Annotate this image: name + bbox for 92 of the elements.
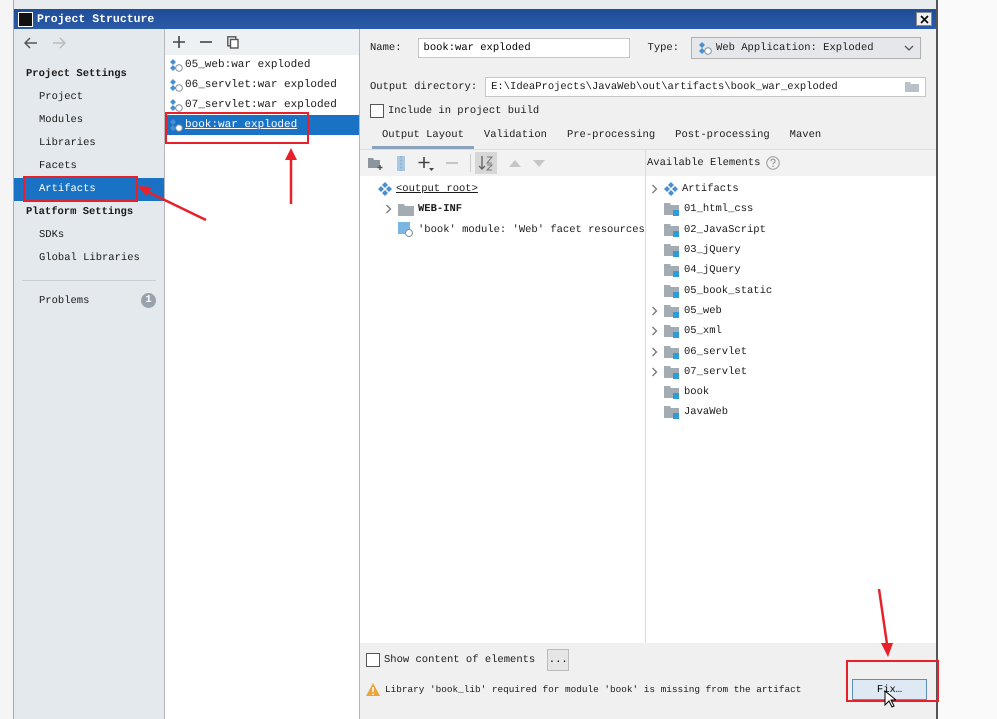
tab[interactable]: Maven xyxy=(780,126,832,149)
sidebar-item[interactable]: Project xyxy=(14,86,164,109)
move-up-icon xyxy=(509,160,521,166)
tree-item[interactable]: 07_servlet xyxy=(646,362,936,382)
chevron-down-icon xyxy=(904,45,914,51)
web-artifact-icon xyxy=(169,118,183,132)
tree-item[interactable]: 03_jQuery xyxy=(646,240,936,260)
web-artifact-icon xyxy=(698,41,712,55)
tree-item[interactable]: WEB-INF xyxy=(360,199,645,220)
tree-item[interactable]: 06_servlet xyxy=(646,341,936,362)
archive-icon[interactable] xyxy=(396,156,406,170)
expand-icon[interactable] xyxy=(650,326,660,336)
artifact-icon xyxy=(378,182,392,196)
mouse-cursor-icon xyxy=(884,690,896,708)
sidebar-item[interactable]: Artifacts xyxy=(14,178,164,201)
output-directory-field[interactable]: E:\IdeaProjects\JavaWeb\out\artifacts\book_war_exploded xyxy=(485,77,926,97)
tab[interactable]: Post-processing xyxy=(665,126,780,149)
copy-icon[interactable] xyxy=(227,36,239,48)
back-arrow-icon[interactable] xyxy=(24,37,38,49)
folder-icon xyxy=(398,202,414,216)
module-folder-icon xyxy=(664,344,680,359)
module-folder-icon xyxy=(664,284,680,298)
warning-message: Library 'book_lib' required for module 'book' is missing from the artifact xyxy=(385,684,802,695)
add-icon[interactable] xyxy=(418,156,434,170)
module-folder-icon xyxy=(664,263,680,278)
annotation-arrow xyxy=(284,148,298,206)
tree-item[interactable]: 'book' module: 'Web' facet resources xyxy=(360,220,645,240)
tree-item[interactable]: 02_JavaScript xyxy=(646,220,936,240)
artifact-icon xyxy=(664,182,678,196)
app-icon xyxy=(18,12,33,26)
more-button[interactable]: ... xyxy=(547,649,570,671)
tree-item[interactable]: Artifacts xyxy=(646,179,936,200)
tab[interactable]: Validation xyxy=(474,126,557,149)
web-artifact-icon xyxy=(169,78,183,92)
move-down-icon xyxy=(533,160,545,166)
sidebar-item[interactable]: Global Libraries xyxy=(14,247,164,270)
artifact-item[interactable]: 05_web:war exploded xyxy=(165,55,359,75)
tree-item[interactable]: <output root> xyxy=(360,179,645,200)
expand-icon[interactable] xyxy=(650,306,660,316)
sidebar-item[interactable]: SDKs xyxy=(14,224,164,247)
sidebar-item[interactable]: Facets xyxy=(14,155,164,178)
module-folder-icon xyxy=(664,405,680,420)
tab[interactable]: Pre-processing xyxy=(556,126,666,149)
annotation-arrow xyxy=(876,588,894,658)
tree-item[interactable]: 01_html_css xyxy=(646,199,936,220)
type-dropdown[interactable]: Web Application: Exploded xyxy=(691,37,922,59)
module-folder-icon xyxy=(664,243,680,258)
close-icon xyxy=(920,14,928,24)
artifact-item[interactable]: 07_servlet:war exploded xyxy=(165,95,359,115)
include-checkbox[interactable]: Include in project build xyxy=(370,104,926,118)
type-label: Type: xyxy=(648,42,680,54)
help-icon[interactable] xyxy=(766,156,780,170)
module-folder-icon xyxy=(664,222,680,237)
name-field[interactable]: book:war exploded xyxy=(418,38,630,58)
artifact-item[interactable]: 06_servlet:war exploded xyxy=(165,75,359,95)
fix-button[interactable]: Fix… xyxy=(852,679,927,700)
name-label: Name: xyxy=(370,42,402,54)
problem-count-badge: 1 xyxy=(141,293,156,308)
artifact-item[interactable]: book:war exploded xyxy=(165,115,359,135)
annotation-arrow xyxy=(136,184,208,222)
module-folder-icon xyxy=(664,304,680,318)
new-folder-icon[interactable] xyxy=(368,156,384,170)
warning-icon xyxy=(366,683,380,696)
available-elements-heading: Available Elements xyxy=(647,157,760,169)
module-folder-icon xyxy=(664,385,680,400)
close-button[interactable] xyxy=(916,12,932,26)
tree-item[interactable]: JavaWeb xyxy=(646,402,936,423)
output-directory-label: Output directory: xyxy=(370,81,478,93)
module-folder-icon xyxy=(664,324,680,338)
expand-icon[interactable] xyxy=(384,204,394,214)
tree-item[interactable]: 05_xml xyxy=(646,321,936,342)
tree-item[interactable]: 04_jQuery xyxy=(646,260,936,280)
section-heading: Platform Settings xyxy=(25,205,134,220)
section-heading: Project Settings xyxy=(25,67,128,82)
expand-icon[interactable] xyxy=(650,184,660,194)
web-artifact-icon xyxy=(169,58,183,72)
module-folder-icon xyxy=(664,202,680,216)
expand-icon[interactable] xyxy=(650,346,660,357)
sidebar-item[interactable]: Libraries xyxy=(14,132,164,155)
tree-item[interactable]: book xyxy=(646,382,936,402)
module-folder-icon xyxy=(664,364,680,379)
expand-icon[interactable] xyxy=(650,366,660,377)
tree-item[interactable]: 05_web xyxy=(646,300,936,322)
problems-item[interactable]: Problems xyxy=(39,294,90,306)
window-title: Project Structure xyxy=(37,12,156,26)
sort-icon[interactable] xyxy=(475,152,497,174)
show-content-checkbox[interactable]: Show content of elements xyxy=(366,653,536,667)
web-resource-icon xyxy=(398,222,414,238)
tree-item[interactable]: 05_book_static xyxy=(646,280,936,301)
sidebar-item[interactable]: Modules xyxy=(14,109,164,132)
web-artifact-icon xyxy=(169,98,183,112)
add-icon[interactable] xyxy=(173,36,185,48)
